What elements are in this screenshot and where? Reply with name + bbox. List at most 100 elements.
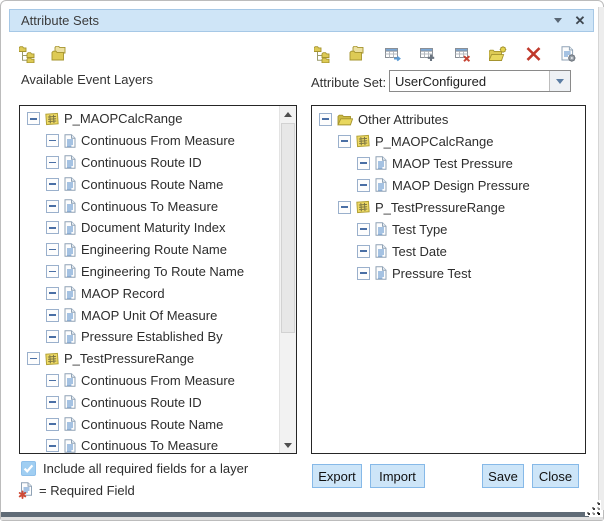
tree-item[interactable]: Engineering Route Name <box>20 239 279 261</box>
tree-item[interactable]: P_TestPressureRange <box>20 348 279 370</box>
folders-button[interactable] <box>349 45 367 63</box>
tree-item-label[interactable]: MAOP Design Pressure <box>392 178 530 193</box>
resize-grip[interactable] <box>585 500 601 516</box>
tree-item-label[interactable]: P_TestPressureRange <box>64 351 194 366</box>
tree-folders-button[interactable] <box>19 45 37 63</box>
collapse-expand-box[interactable] <box>338 135 351 148</box>
scroll-up-button[interactable] <box>280 106 296 122</box>
tree-item[interactable]: MAOP Unit Of Measure <box>20 304 279 326</box>
tree-item[interactable]: Continuous From Measure <box>20 370 279 392</box>
collapse-expand-box[interactable] <box>46 396 59 409</box>
collapse-expand-box[interactable] <box>357 245 370 258</box>
folders-button[interactable] <box>51 45 69 63</box>
collapse-expand-box[interactable] <box>338 201 351 214</box>
field-icon <box>375 244 387 258</box>
tree-item-label[interactable]: MAOP Record <box>81 286 165 301</box>
tree-item[interactable]: P_MAOPCalcRange <box>20 108 279 130</box>
table-arrow-button[interactable] <box>384 45 402 63</box>
red-x-button[interactable] <box>524 45 542 63</box>
tree-item-label[interactable]: MAOP Test Pressure <box>392 156 513 171</box>
collapse-expand-box[interactable] <box>357 157 370 170</box>
collapse-expand-box[interactable] <box>46 287 59 300</box>
tree-item-label[interactable]: Pressure Test <box>392 266 471 281</box>
collapse-expand-box[interactable] <box>46 156 59 169</box>
collapse-expand-box[interactable] <box>46 200 59 213</box>
tree-item[interactable]: Engineering To Route Name <box>20 261 279 283</box>
tree-item[interactable]: P_MAOPCalcRange <box>312 130 585 152</box>
collapse-expand-box[interactable] <box>357 223 370 236</box>
tree-item[interactable]: Continuous Route ID <box>20 391 279 413</box>
tree-item[interactable]: Other Attributes <box>312 108 585 130</box>
collapse-expand-box[interactable] <box>46 221 59 234</box>
collapse-expand-box[interactable] <box>46 265 59 278</box>
collapse-expand-box[interactable] <box>27 352 40 365</box>
collapse-expand-box[interactable] <box>357 179 370 192</box>
attribute-set-combobox[interactable]: UserConfigured <box>389 70 571 92</box>
titlebar[interactable]: Attribute Sets ✕ <box>9 9 594 32</box>
collapse-expand-box[interactable] <box>319 113 332 126</box>
collapse-expand-box[interactable] <box>46 374 59 387</box>
tree-item[interactable]: Test Date <box>312 240 585 262</box>
tree-item-label[interactable]: Test Type <box>392 222 447 237</box>
tree-item[interactable]: Document Maturity Index <box>20 217 279 239</box>
collapse-expand-box[interactable] <box>46 330 59 343</box>
tree-item-label[interactable]: Continuous Route Name <box>81 177 223 192</box>
tree-item-label[interactable]: P_MAOPCalcRange <box>64 111 183 126</box>
tree-item-label[interactable]: Continuous To Measure <box>81 438 218 453</box>
tree-item[interactable]: Test Type <box>312 218 585 240</box>
vertical-scrollbar[interactable] <box>279 106 296 453</box>
tree-item[interactable]: Continuous From Measure <box>20 130 279 152</box>
tree-item-label[interactable]: Continuous From Measure <box>81 373 235 388</box>
tree-item[interactable]: MAOP Record <box>20 282 279 304</box>
tree-item[interactable]: P_TestPressureRange <box>312 196 585 218</box>
collapse-expand-box[interactable] <box>46 134 59 147</box>
tree-item[interactable]: Continuous To Measure <box>20 435 279 453</box>
scrollbar-thumb[interactable] <box>281 123 295 333</box>
collapse-expand-box[interactable] <box>46 243 59 256</box>
folder-gear-button[interactable] <box>489 45 507 63</box>
document-gear-button[interactable] <box>559 45 577 63</box>
collapse-expand-box[interactable] <box>357 267 370 280</box>
collapse-expand-box[interactable] <box>46 309 59 322</box>
collapse-expand-box[interactable] <box>27 112 40 125</box>
tree-item-label[interactable]: P_TestPressureRange <box>375 200 505 215</box>
collapse-expand-box[interactable] <box>46 439 59 452</box>
tree-item-label[interactable]: Pressure Established By <box>81 329 223 344</box>
include-required-fields-checkbox[interactable] <box>21 461 36 476</box>
tree-item[interactable]: MAOP Design Pressure <box>312 174 585 196</box>
tree-item[interactable]: Pressure Test <box>312 262 585 284</box>
tree-item[interactable]: Continuous To Measure <box>20 195 279 217</box>
collapse-expand-box[interactable] <box>46 178 59 191</box>
titlebar-menu-button[interactable] <box>549 12 567 29</box>
scroll-down-button[interactable] <box>280 437 296 453</box>
tree-item-label[interactable]: Engineering Route Name <box>81 242 227 257</box>
attribute-set-dropdown-button[interactable] <box>549 71 570 91</box>
tree-item-label[interactable]: P_MAOPCalcRange <box>375 134 494 149</box>
titlebar-close-button[interactable]: ✕ <box>571 12 589 29</box>
close-button[interactable]: Close <box>532 464 579 488</box>
tree-item-label[interactable]: Continuous Route ID <box>81 395 202 410</box>
tree-item-label[interactable]: Continuous To Measure <box>81 199 218 214</box>
collapse-expand-box[interactable] <box>46 418 59 431</box>
import-button[interactable]: Import <box>370 464 425 488</box>
tree-item-label[interactable]: Continuous From Measure <box>81 133 235 148</box>
table-x-button[interactable] <box>454 45 472 63</box>
save-button[interactable]: Save <box>482 464 524 488</box>
tree-item[interactable]: Continuous Route Name <box>20 413 279 435</box>
table-plus-button[interactable] <box>419 45 437 63</box>
tree-item-label[interactable]: Continuous Route Name <box>81 417 223 432</box>
tree-item-label[interactable]: Document Maturity Index <box>81 220 226 235</box>
tree-item[interactable]: Continuous Route ID <box>20 152 279 174</box>
tree-item-label[interactable]: Continuous Route ID <box>81 155 202 170</box>
tree-item[interactable]: Continuous Route Name <box>20 173 279 195</box>
tree-item[interactable]: Pressure Established By <box>20 326 279 348</box>
tree-item-label[interactable]: Other Attributes <box>358 112 448 127</box>
tree-item[interactable]: MAOP Test Pressure <box>312 152 585 174</box>
tree-item-label[interactable]: MAOP Unit Of Measure <box>81 308 217 323</box>
tree-folders-button[interactable] <box>314 45 332 63</box>
tree-item-label[interactable]: Engineering To Route Name <box>81 264 244 279</box>
tree-item-label[interactable]: Test Date <box>392 244 447 259</box>
attribute-sets-dialog: Attribute Sets ✕ Available Event Layers … <box>0 0 604 521</box>
attribute-set-value[interactable]: UserConfigured <box>390 71 549 91</box>
export-button[interactable]: Export <box>312 464 362 488</box>
